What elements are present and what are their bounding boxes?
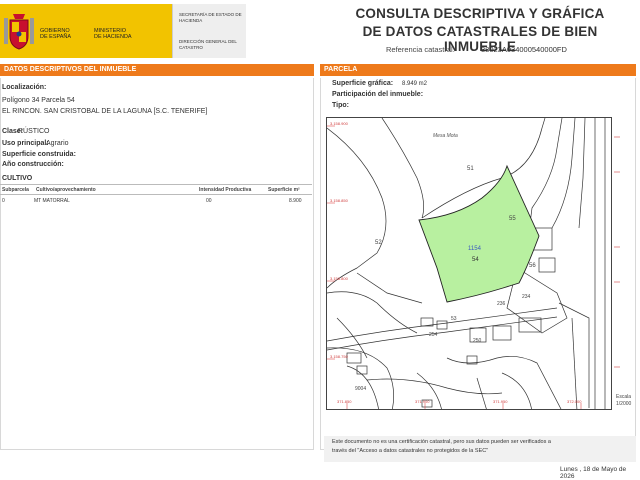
secretaria-label: SECRETARÍA DE ESTADO DE HACIENDA (179, 12, 242, 23)
notice-line1: Este documento no es una certificación c… (332, 439, 551, 445)
coord-y-2: 3.158.850 (330, 198, 348, 203)
parcel-ref-label: 1154 (468, 246, 481, 252)
government-logo-block: GOBIERNO DE ESPAÑA MINISTERIO DE HACIEND… (0, 4, 172, 58)
parcel-number-label: 54 (472, 257, 479, 263)
table-header-divider (0, 194, 312, 195)
superficie-grafica-value: 8.949 m2 (402, 81, 428, 87)
catastral-document: GOBIERNO DE ESPAÑA MINISTERIO DE HACIEND… (0, 0, 640, 480)
th-subparcela: Subparcela (2, 187, 29, 193)
anio-construccion-label: Año construcción: (2, 161, 64, 168)
place-label: Mesa Mota (433, 133, 458, 139)
side-ticks (614, 136, 620, 368)
ministerio-label: MINISTERIO DE HACIENDA (94, 28, 132, 40)
participacion-label: Participación del inmueble: (332, 91, 424, 98)
th-cultivo: Cultivo/aprovechamiento (36, 187, 96, 193)
coord-x-4: 372.000 (567, 399, 582, 404)
map-side-strip: Escala 1/2000 (614, 117, 636, 410)
table-divider (0, 184, 312, 185)
td-superficie: 8.900 (289, 198, 302, 204)
road-label-9004: 9004 (355, 386, 367, 392)
clase-value: RÚSTICO (18, 128, 50, 135)
cadastral-map[interactable]: Mesa Mota 51 52 55 56 53 236 234 250 254… (326, 117, 612, 410)
secretaria-block: SECRETARÍA DE ESTADO DE HACIENDA DIRECCI… (172, 4, 246, 58)
reference-label: Referencia catastral: (386, 45, 455, 54)
th-superficie: Superficie m² (268, 187, 300, 193)
localizacion-line2: EL RINCON. SAN CRISTOBAL DE LA LAGUNA [S… (2, 108, 208, 115)
section-bar-datos: DATOS DESCRIPTIVOS DEL INMUEBLE (0, 64, 314, 76)
page-title-line2: DE DATOS CATASTRALES DE BIEN INMUEBLE (362, 24, 598, 54)
tipo-label: Tipo: (332, 102, 349, 109)
td-intensidad: 00 (206, 198, 212, 204)
parcel-label-52: 52 (375, 240, 382, 246)
parcel-label-254: 254 (429, 332, 438, 338)
parcel-label-234: 234 (522, 294, 531, 300)
localizacion-label: Localización: (2, 84, 47, 91)
disclaimer-notice: Este documento no es una certificación c… (324, 436, 636, 462)
th-intensidad: Intensidad Productiva (199, 187, 252, 193)
coord-y-4: 3.158.750 (330, 354, 348, 359)
td-cultivo: MT MATORRAL (34, 198, 70, 204)
cultivo-title: CULTIVO (2, 175, 33, 182)
parcel-label-56: 56 (529, 263, 536, 269)
parcel-label-236: 236 (497, 301, 506, 307)
section-bar-parcela: PARCELA (320, 64, 636, 76)
direccion-label: DIRECCIÓN GENERAL DEL CATASTRO (179, 39, 237, 50)
superficie-grafica-label: Superficie gráfica: (332, 80, 394, 87)
notice-line2: través del "Acceso a datos catastrales n… (332, 448, 489, 454)
page-title-line1: CONSULTA DESCRIPTIVA Y GRÁFICA (355, 6, 605, 21)
coord-x-3: 371.950 (493, 399, 508, 404)
td-subparcela: 0 (2, 198, 5, 204)
scale-value: 1/2000 (616, 401, 632, 407)
reference-value: 38023A034000540000FD (481, 45, 567, 54)
gobierno-label: GOBIERNO DE ESPAÑA (40, 28, 72, 40)
parcel-label-55: 55 (509, 216, 516, 222)
scale-label: Escala (616, 394, 632, 400)
coat-of-arms-icon (4, 14, 34, 50)
document-date: Lunes , 18 de Mayo de 2026 (560, 466, 627, 480)
map-drawing (327, 118, 606, 409)
coord-y-1: 3.158.900 (330, 121, 348, 126)
coord-x-2: 371.900 (415, 399, 430, 404)
uso-label: Uso principal: (2, 140, 49, 147)
uso-value: Agrario (46, 140, 69, 147)
localizacion-line1: Polígono 34 Parcela 54 (2, 97, 75, 104)
coord-y-3: 3.158.800 (330, 276, 348, 281)
parcel-label-53: 53 (451, 316, 457, 322)
coord-x-1: 371.850 (337, 399, 352, 404)
parcel-label-51: 51 (467, 166, 474, 172)
superficie-construida-label: Superficie construida: (2, 151, 76, 158)
parcel-label-250: 250 (473, 338, 482, 344)
